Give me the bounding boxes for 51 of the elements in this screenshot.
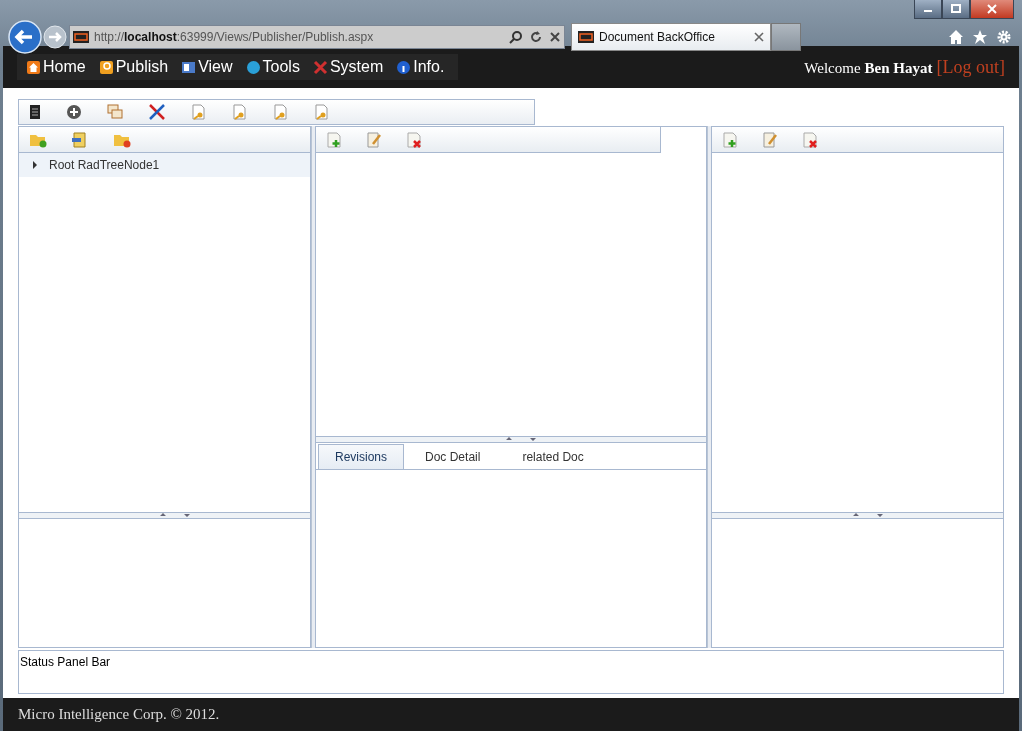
folder-move-icon[interactable] (71, 131, 89, 148)
delete-document-icon[interactable] (802, 131, 818, 148)
tab[interactable]: Doc Detail (404, 444, 502, 469)
edit-document-icon[interactable] (762, 131, 778, 148)
menu-item[interactable]: Publish (95, 58, 179, 76)
star-icon[interactable] (972, 29, 988, 45)
user-name: Ben Hayat (864, 59, 933, 77)
document-icon[interactable] (29, 104, 41, 120)
expand-arrow-icon[interactable] (31, 161, 39, 169)
delete-document-icon[interactable] (406, 131, 422, 148)
menu-item[interactable]: Tools (242, 58, 310, 76)
menu-item[interactable]: Info. (393, 58, 455, 76)
stop-icon[interactable] (549, 31, 561, 43)
welcome-text: Welcome (804, 59, 861, 77)
site-logo-icon (578, 31, 594, 43)
menu-item[interactable]: System (309, 58, 394, 76)
document-key-icon[interactable] (273, 104, 289, 120)
view-icon (181, 59, 197, 75)
tab[interactable]: related Doc (501, 444, 605, 469)
status-text: Status Panel Bar (20, 655, 111, 669)
document-key-icon[interactable] (191, 104, 207, 120)
document-key-icon[interactable] (314, 104, 330, 120)
minimize-button[interactable] (914, 0, 942, 19)
maximize-button[interactable] (942, 0, 970, 19)
close-button[interactable] (970, 0, 1014, 19)
windows-icon[interactable] (107, 104, 123, 120)
browser-tab[interactable]: Document BackOffice (571, 23, 771, 51)
maximize-icon (951, 4, 961, 14)
new-document-icon[interactable] (722, 131, 738, 148)
forward-button[interactable] (43, 25, 67, 49)
add-icon[interactable] (66, 104, 82, 120)
tree-node[interactable]: Root RadTreeNode1 (19, 153, 310, 177)
new-tab-button[interactable] (771, 23, 801, 51)
address-bar[interactable]: http://localhost:63999/Views/Publisher/Publish.aspx (69, 25, 565, 49)
document-key-icon[interactable] (232, 104, 248, 120)
menu-item[interactable]: View (178, 58, 243, 76)
edit-document-icon[interactable] (366, 131, 382, 148)
info-icon (396, 59, 412, 75)
close-icon (987, 4, 997, 14)
site-logo-icon (73, 31, 89, 43)
refresh-icon[interactable] (529, 30, 543, 44)
copyright-text: Micro Intelligence Corp. © 2012. (18, 706, 220, 723)
settings-icon[interactable] (996, 29, 1012, 45)
search-icon[interactable] (509, 30, 523, 44)
close-tab-icon[interactable] (754, 32, 764, 42)
home-icon (26, 59, 41, 75)
home-icon[interactable] (948, 29, 964, 45)
back-button[interactable] (8, 20, 42, 54)
tab[interactable]: Revisions (318, 444, 405, 469)
menu-item[interactable]: Home (23, 58, 96, 76)
new-document-icon[interactable] (326, 131, 342, 148)
